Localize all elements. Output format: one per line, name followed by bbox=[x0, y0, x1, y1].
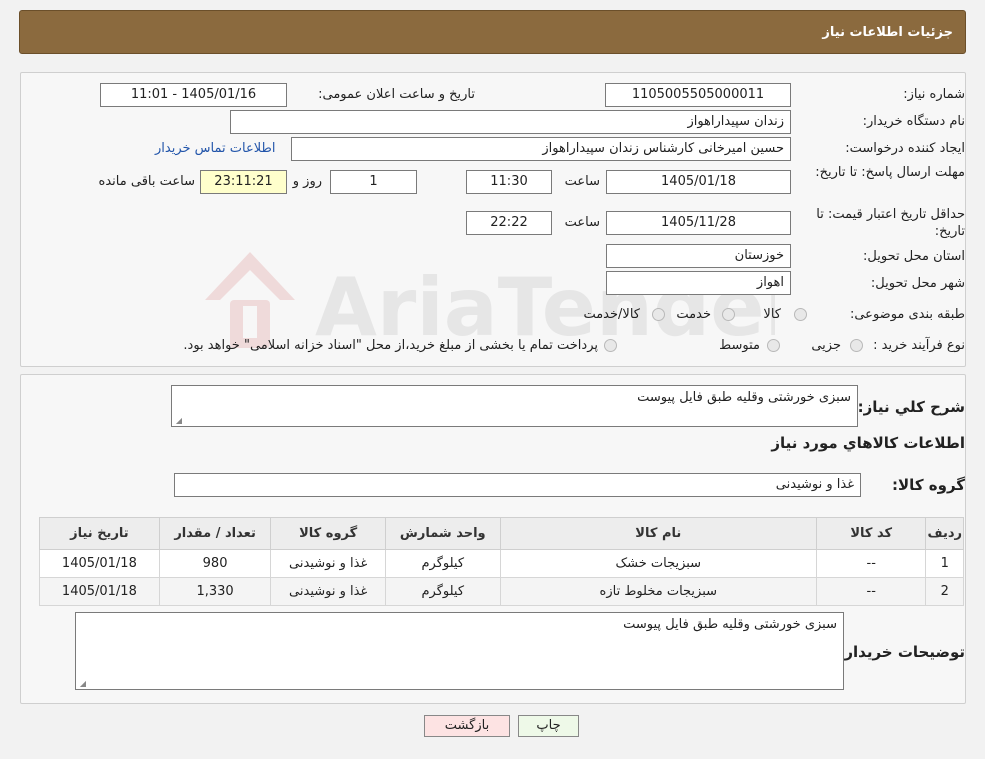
col-name: نام کالا bbox=[499, 517, 817, 550]
process-medium-radio[interactable] bbox=[767, 339, 780, 352]
buyer-org-field[interactable]: زندان سپیداراهواز bbox=[230, 110, 791, 134]
deadline-date-field[interactable]: 1405/01/18 bbox=[606, 170, 791, 194]
remaining-time-field[interactable]: 23:11:21 bbox=[200, 170, 287, 194]
table-row[interactable]: 2 -- سبزیجات مخلوط تازه کیلوگرم غذا و نو… bbox=[39, 577, 964, 606]
process-label: نوع فرآیند خرید : bbox=[873, 338, 965, 353]
back-button[interactable]: بازگشت bbox=[424, 715, 510, 737]
remaining-time-label: ساعت باقی مانده bbox=[98, 174, 195, 189]
province-field[interactable]: خوزستان bbox=[606, 244, 791, 268]
page-title: جزئیات اطلاعات نیاز bbox=[822, 25, 953, 40]
cell-date: 1405/01/18 bbox=[39, 549, 160, 578]
summary-text: سبزی خورشتی وقلیه طبق فایل پیوست bbox=[637, 390, 851, 405]
col-unit: واحد شمارش bbox=[384, 517, 501, 550]
treasury-checkbox[interactable] bbox=[604, 339, 617, 352]
category-goods-service-radio[interactable] bbox=[652, 308, 665, 321]
category-goods-radio[interactable] bbox=[794, 308, 807, 321]
col-code: کد کالا bbox=[815, 517, 927, 550]
cell-quantity: 1,330 bbox=[158, 577, 272, 606]
page-header: جزئیات اطلاعات نیاز bbox=[19, 10, 966, 54]
cell-row: 1 bbox=[925, 549, 964, 578]
buyer-notes-textarea[interactable]: سبزی خورشتی وقلیه طبق فایل پیوست ◢ bbox=[75, 612, 844, 690]
table-row[interactable]: 1 -- سبزیجات خشک کیلوگرم غذا و نوشیدنی 9… bbox=[39, 549, 964, 578]
days-label: روز و bbox=[292, 174, 322, 189]
col-group: گروه کالا bbox=[270, 517, 386, 550]
process-minor-label: جزیی bbox=[811, 338, 841, 353]
creator-label: ایجاد کننده درخواست: bbox=[845, 141, 965, 156]
need-number-field[interactable]: 1105005505000011 bbox=[605, 83, 791, 107]
cell-name: سبزیجات مخلوط تازه bbox=[499, 577, 817, 606]
deadline-time-field[interactable]: 11:30 bbox=[466, 170, 552, 194]
category-label: طبقه بندی موضوعی: bbox=[849, 307, 965, 322]
validity-label: حداقل تاریخ اعتبار قیمت: تا تاریخ: bbox=[816, 207, 965, 239]
items-table-wrapper: ردیف کد کالا نام کالا واحد شمارش گروه کا… bbox=[39, 517, 964, 606]
announce-label: تاریخ و ساعت اعلان عمومی: bbox=[318, 87, 475, 102]
creator-field[interactable]: حسین امیرخانی کارشناس زندان سپیداراهواز bbox=[291, 137, 791, 161]
col-row: ردیف bbox=[925, 517, 964, 550]
process-note: پرداخت تمام یا بخشی از مبلغ خرید،از محل … bbox=[183, 338, 598, 353]
validity-time-label: ساعت bbox=[564, 215, 600, 230]
cell-code: -- bbox=[815, 549, 927, 578]
category-goods-service-label: کالا/خدمت bbox=[583, 307, 640, 322]
col-quantity: تعداد / مقدار bbox=[158, 517, 272, 550]
buyer-notes-text: سبزی خورشتی وقلیه طبق فایل پیوست bbox=[623, 617, 837, 632]
goods-group-field[interactable]: غذا و نوشیدنی bbox=[174, 473, 861, 497]
need-number-label: شماره نیاز: bbox=[903, 87, 965, 102]
buyer-notes-label: توضیحات خریدار: bbox=[838, 643, 965, 661]
summary-textarea[interactable]: سبزی خورشتی وقلیه طبق فایل پیوست ◢ bbox=[171, 385, 858, 427]
announce-field[interactable]: 1405/01/16 - 11:01 bbox=[100, 83, 287, 107]
cell-group: غذا و نوشیدنی bbox=[270, 577, 386, 606]
cell-row: 2 bbox=[925, 577, 964, 606]
province-label: استان محل تحویل: bbox=[863, 249, 965, 264]
category-goods-label: کالا bbox=[763, 307, 781, 322]
process-medium-label: متوسط bbox=[719, 338, 760, 353]
cell-quantity: 980 bbox=[158, 549, 272, 578]
cell-unit: کیلوگرم bbox=[384, 577, 501, 606]
goods-group-label: گروه کالا: bbox=[892, 476, 965, 494]
category-service-radio[interactable] bbox=[722, 308, 735, 321]
cell-unit: کیلوگرم bbox=[384, 549, 501, 578]
goods-info-title: اطلاعات کالاهاي مورد نياز bbox=[771, 434, 965, 452]
summary-label: شرح کلي نياز: bbox=[857, 398, 965, 416]
validity-date-field[interactable]: 1405/11/28 bbox=[606, 211, 791, 235]
buyer-contact-link[interactable]: اطلاعات تماس خریدار bbox=[155, 141, 275, 156]
cell-name: سبزیجات خشک bbox=[499, 549, 817, 578]
cell-date: 1405/01/18 bbox=[39, 577, 160, 606]
col-date: تاریخ نیاز bbox=[39, 517, 160, 550]
days-remaining-field[interactable]: 1 bbox=[330, 170, 417, 194]
category-service-label: خدمت bbox=[676, 307, 711, 322]
city-label: شهر محل تحویل: bbox=[870, 276, 965, 291]
city-field[interactable]: اهواز bbox=[606, 271, 791, 295]
cell-group: غذا و نوشیدنی bbox=[270, 549, 386, 578]
print-button[interactable]: چاپ bbox=[518, 715, 579, 737]
deadline-label: مهلت ارسال پاسخ: تا تاریخ: bbox=[815, 165, 965, 180]
deadline-time-label: ساعت bbox=[564, 174, 600, 189]
validity-time-field[interactable]: 22:22 bbox=[466, 211, 552, 235]
resize-grip-icon[interactable]: ◢ bbox=[78, 680, 86, 688]
cell-code: -- bbox=[815, 577, 927, 606]
items-table: ردیف کد کالا نام کالا واحد شمارش گروه کا… bbox=[39, 517, 964, 606]
process-minor-radio[interactable] bbox=[850, 339, 863, 352]
resize-grip-icon[interactable]: ◢ bbox=[174, 417, 182, 425]
buyer-org-label: نام دستگاه خریدار: bbox=[862, 114, 965, 129]
